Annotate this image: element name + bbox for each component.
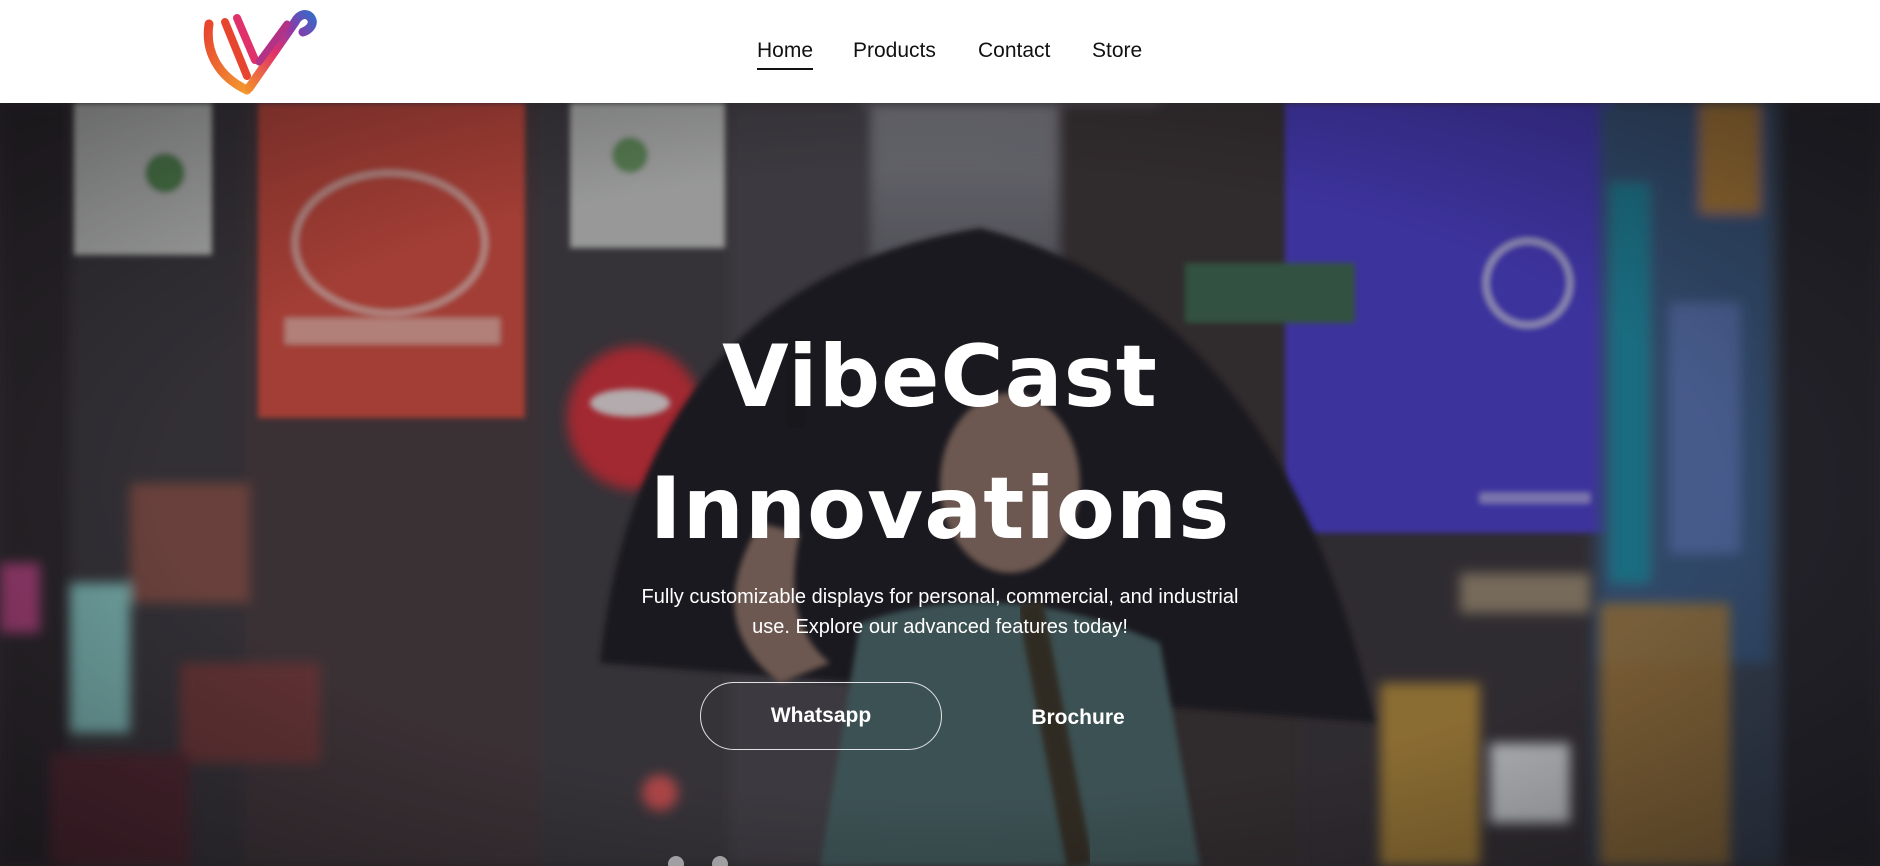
site-header: Home Products Contact Store	[0, 0, 1880, 103]
hero-title-line-1: VibeCast	[722, 327, 1158, 427]
carousel-dot-1[interactable]	[668, 856, 684, 866]
nav-contact-link[interactable]: Contact	[978, 36, 1050, 66]
main-nav: Home Products Contact Store	[0, 36, 1880, 76]
hero-section: VibeCast Innovations Fully customizable …	[0, 103, 1880, 866]
whatsapp-button[interactable]: Whatsapp	[700, 682, 942, 750]
nav-store-link[interactable]: Store	[1092, 36, 1142, 66]
nav-home-link[interactable]: Home	[757, 36, 814, 70]
carousel-dot-2[interactable]	[712, 856, 728, 866]
hero-subtitle: Fully customizable displays for personal…	[641, 586, 1239, 638]
brochure-button[interactable]: Brochure	[1000, 684, 1156, 752]
hero-title-line-2: Innovations	[649, 459, 1231, 559]
nav-products-link[interactable]: Products	[853, 36, 936, 66]
hero-title: VibeCast Innovations	[0, 311, 1880, 575]
